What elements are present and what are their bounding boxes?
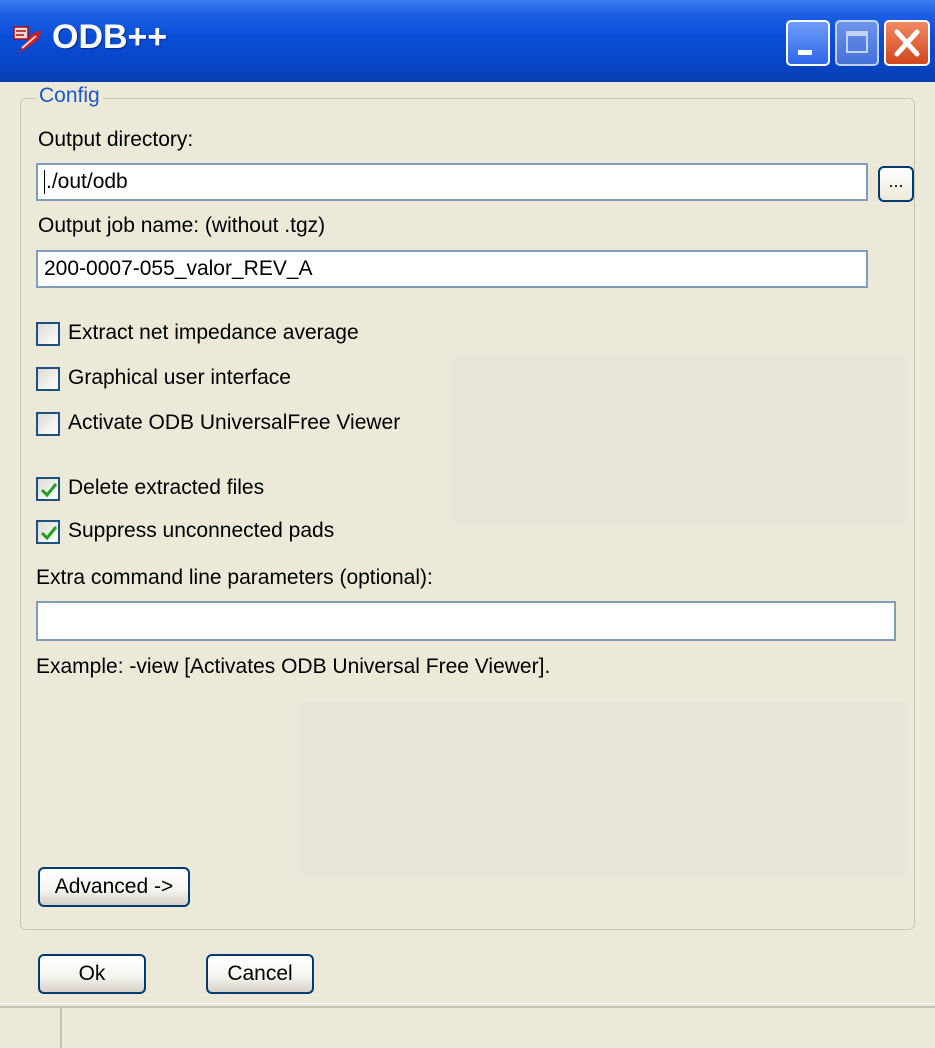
checkbox-label: Activate ODB UniversalFree Viewer [68, 411, 401, 434]
app-icon [13, 26, 42, 54]
status-divider [60, 1008, 62, 1048]
ok-button[interactable]: Ok [38, 954, 146, 994]
checkbox-graphical-user-interface[interactable] [36, 367, 60, 391]
checkbox-activate-viewer[interactable] [36, 412, 60, 436]
config-legend: Config [36, 84, 103, 108]
example-text: Example: -view [Activates ODB Universal … [36, 655, 551, 678]
checkbox-extract-net-impedance[interactable] [36, 322, 60, 346]
background-panel [450, 354, 906, 526]
extra-params-field[interactable] [36, 601, 896, 641]
close-button[interactable] [884, 20, 930, 66]
job-name-label: Output job name: (without .tgz) [38, 214, 326, 237]
checkbox-label: Extract net impedance average [68, 321, 359, 344]
cancel-button[interactable]: Cancel [206, 954, 314, 994]
close-icon [894, 29, 920, 57]
title-bar[interactable]: ODB++ [0, 0, 935, 82]
extra-params-label: Extra command line parameters (optional)… [36, 566, 433, 589]
job-name-field[interactable]: 200-0007-055_valor_REV_A [36, 250, 868, 288]
checkmark-icon [40, 483, 58, 498]
output-directory-field[interactable]: ./out/odb [36, 163, 868, 201]
odb-dialog-window: ODB++ Config Output directory: ./out/odb… [0, 0, 935, 1048]
advanced-button[interactable]: Advanced -> [38, 867, 190, 907]
window-title: ODB++ [52, 18, 168, 56]
maximize-button[interactable] [835, 20, 879, 66]
checkbox-label: Suppress unconnected pads [68, 519, 335, 542]
text-caret [44, 170, 45, 195]
background-panel [298, 702, 906, 878]
checkbox-label: Graphical user interface [68, 366, 291, 389]
browse-button[interactable]: ... [878, 166, 914, 202]
checkbox-label: Delete extracted files [68, 476, 265, 499]
checkmark-icon [40, 526, 58, 541]
minimize-icon [798, 50, 812, 55]
checkbox-delete-extracted-files[interactable] [36, 477, 60, 501]
output-directory-value: ./out/odb [46, 170, 128, 193]
maximize-icon [846, 31, 868, 53]
status-bar [0, 1006, 935, 1048]
minimize-button[interactable] [786, 20, 830, 66]
output-directory-label: Output directory: [38, 128, 194, 151]
divider [0, 1003, 935, 1004]
checkbox-suppress-unconnected-pads[interactable] [36, 520, 60, 544]
job-name-value: 200-0007-055_valor_REV_A [44, 257, 313, 280]
